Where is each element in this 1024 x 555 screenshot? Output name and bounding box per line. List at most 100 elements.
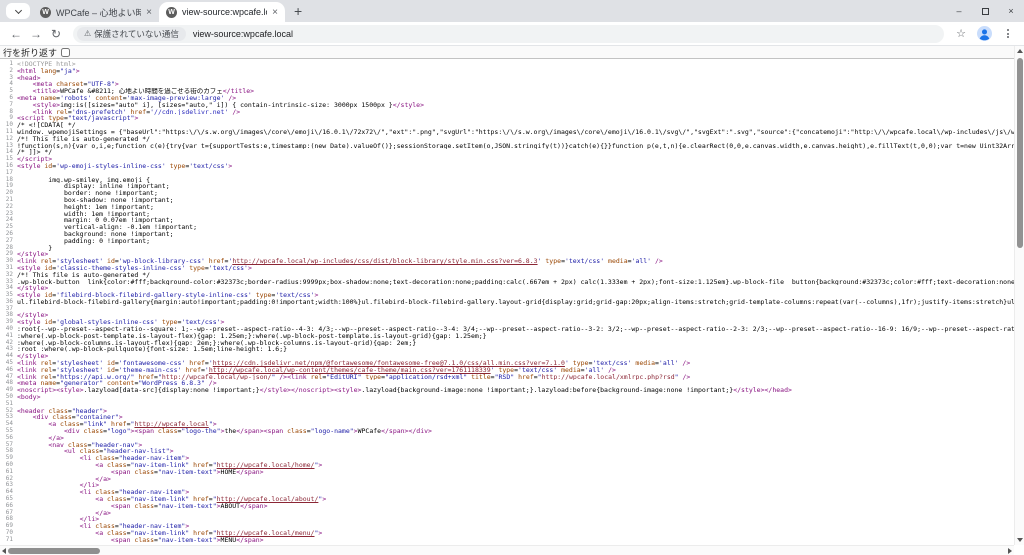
scroll-left-arrow-icon[interactable]: [2, 548, 6, 554]
source-token: "nav-item-link": [131, 530, 190, 537]
source-link[interactable]: https://cdn.jsdelivr.net/npm/@fortawesom…: [213, 360, 565, 367]
source-token: rel: [37, 367, 53, 374]
source-link[interactable]: http://wpcafe.local/wp-json/: [162, 374, 272, 381]
source-token: .lazyload{background-image:none !importa…: [361, 387, 733, 394]
source-token: "RSD": [495, 374, 515, 381]
tab-view-source[interactable]: W view-source:wpcafe.local ×: [159, 2, 285, 22]
reload-button[interactable]: ↻: [46, 27, 66, 41]
source-token: href: [185, 360, 205, 367]
source-token: 'dns-prefetch': [72, 109, 127, 116]
scroll-down-arrow-icon[interactable]: [1017, 538, 1023, 542]
source-token: <style>: [56, 387, 83, 394]
source-token: >: [115, 81, 119, 88]
source-token: 'filebird-block-filebird-gallery-style-i…: [56, 292, 252, 299]
source-token: </a>: [95, 476, 111, 483]
source-token: <!DOCTYPE html>: [17, 61, 76, 68]
source-line: 35<style id='filebird-block-filebird-gal…: [0, 292, 1024, 299]
source-token: href: [189, 496, 209, 503]
address-bar[interactable]: ⚠ 保護されていない通信 view-source:wpcafe.local: [73, 25, 944, 43]
close-button[interactable]: ×: [998, 0, 1024, 22]
source-line: 54 <a class="link" href="http://wpcafe.l…: [0, 421, 1024, 428]
source-line: 33.wp-block-button__link{color:#fff;back…: [0, 279, 1024, 286]
source-token: class: [56, 421, 79, 428]
source-token: href: [127, 109, 147, 116]
new-tab-button[interactable]: +: [294, 4, 302, 18]
source-token: [17, 476, 95, 483]
source-token: </span>: [236, 537, 263, 544]
source-token: WPCafe: [358, 428, 381, 435]
horizontal-scrollbar-thumb[interactable]: [8, 548, 100, 554]
source-line: 18 img.wp-smiley, img.emoji {: [0, 177, 1024, 184]
source-line: 32/*! This file is auto-generated */: [0, 272, 1024, 279]
minimize-button[interactable]: –: [946, 0, 972, 22]
source-token: "WordPress 6.8.3": [138, 380, 205, 387]
source-token: [17, 482, 80, 489]
not-secure-chip[interactable]: ⚠ 保護されていない通信: [77, 27, 186, 41]
source-link[interactable]: http://wpcafe.local/xmlrpc.php?rsd: [542, 374, 675, 381]
source-line: 62 </a>: [0, 476, 1024, 483]
source-token: !function(s,n){var o,i,e;function c(e){t…: [17, 143, 1024, 150]
source-token: <link: [33, 109, 53, 116]
source-token: ABOUT: [221, 503, 241, 510]
source-line: 4 <meta charset="UTF-8">: [0, 81, 1024, 88]
source-line: 17: [0, 170, 1024, 177]
source-token: [17, 88, 33, 95]
source-view: 1<!DOCTYPE html>2<html lang="ja">3<head>…: [0, 59, 1024, 545]
source-link[interactable]: http://wpcafe.local/menu/: [217, 530, 315, 537]
source-token: class: [80, 428, 103, 435]
source-token: <html: [17, 68, 37, 75]
source-token: 'stylesheet': [56, 360, 103, 367]
source-token: />: [604, 367, 616, 374]
source-link[interactable]: http://wpcafe.local/home/: [217, 462, 315, 469]
tab-close-icon[interactable]: ×: [272, 7, 278, 18]
source-token: />: [679, 360, 691, 367]
source-token: <span: [134, 428, 154, 435]
maximize-button[interactable]: [972, 0, 998, 22]
tab-search-button[interactable]: [6, 3, 30, 19]
vertical-scrollbar-thumb[interactable]: [1017, 58, 1023, 248]
source-link[interactable]: http://wpcafe.local/about/: [217, 496, 319, 503]
source-token: 'text/css': [209, 265, 248, 272]
source-token: [17, 421, 48, 428]
menu-kebab-icon[interactable]: [998, 29, 1018, 38]
line-wrap-bar: 行を折り返す: [0, 46, 1024, 59]
source-link[interactable]: http://wpcafe.local/wp-content/themes/ca…: [209, 367, 491, 374]
source-token: <span: [111, 469, 131, 476]
wrap-checkbox[interactable]: [61, 48, 70, 57]
vertical-scrollbar[interactable]: [1014, 46, 1024, 545]
source-link[interactable]: http://wpcafe.local: [134, 421, 208, 428]
source-line: 40:root{--wp--preset--aspect-ratio--squa…: [0, 326, 1024, 333]
source-token: <a: [48, 421, 56, 428]
tab-title: WPCafe – 心地よい時間を過ごせ: [56, 6, 141, 19]
source-token: <span: [111, 503, 131, 510]
bookmark-star-icon[interactable]: ☆: [951, 27, 971, 40]
source-token: >: [170, 448, 174, 455]
source-token: class: [131, 537, 154, 544]
source-token: :root :where(.wp-block-pullquote){font-s…: [17, 346, 287, 353]
source-token: 'robots': [60, 95, 91, 102]
profile-avatar[interactable]: [977, 26, 992, 41]
tab-wpcafe[interactable]: W WPCafe – 心地よい時間を過ごせ ×: [33, 2, 159, 22]
horizontal-scrollbar[interactable]: [0, 545, 1014, 555]
source-token: href: [134, 374, 154, 381]
forward-button[interactable]: →: [26, 27, 46, 41]
source-line: 5 <title>WPCafe &#8211; 心地よい時間を過ごせる街のカフェ…: [0, 88, 1024, 95]
source-token: <div: [33, 414, 49, 421]
source-link[interactable]: http://wpcafe.local/wp-includes/css/dist…: [232, 258, 537, 265]
source-line: 2<html lang="ja">: [0, 68, 1024, 75]
source-token: .lazyload[data-src]{display:none !import…: [84, 387, 260, 394]
scroll-up-arrow-icon[interactable]: [1017, 49, 1023, 53]
source-line: 59 <li class="header-nav-item">: [0, 455, 1024, 462]
source-token: id: [40, 319, 52, 326]
tab-close-icon[interactable]: ×: [146, 7, 152, 18]
source-line: 34</style>: [0, 285, 1024, 292]
source-line: 55 <div class="logo"><span class="logo-t…: [0, 428, 1024, 435]
source-link[interactable]: //cdn.jsdelivr.net: [154, 109, 224, 116]
source-token: "header-nav-list": [103, 448, 170, 455]
scroll-right-arrow-icon[interactable]: [1008, 548, 1012, 554]
source-token: class: [103, 530, 126, 537]
source-token: >: [185, 455, 189, 462]
back-button[interactable]: ←: [6, 27, 26, 41]
source-token: type: [362, 374, 382, 381]
source-token: class: [103, 496, 126, 503]
